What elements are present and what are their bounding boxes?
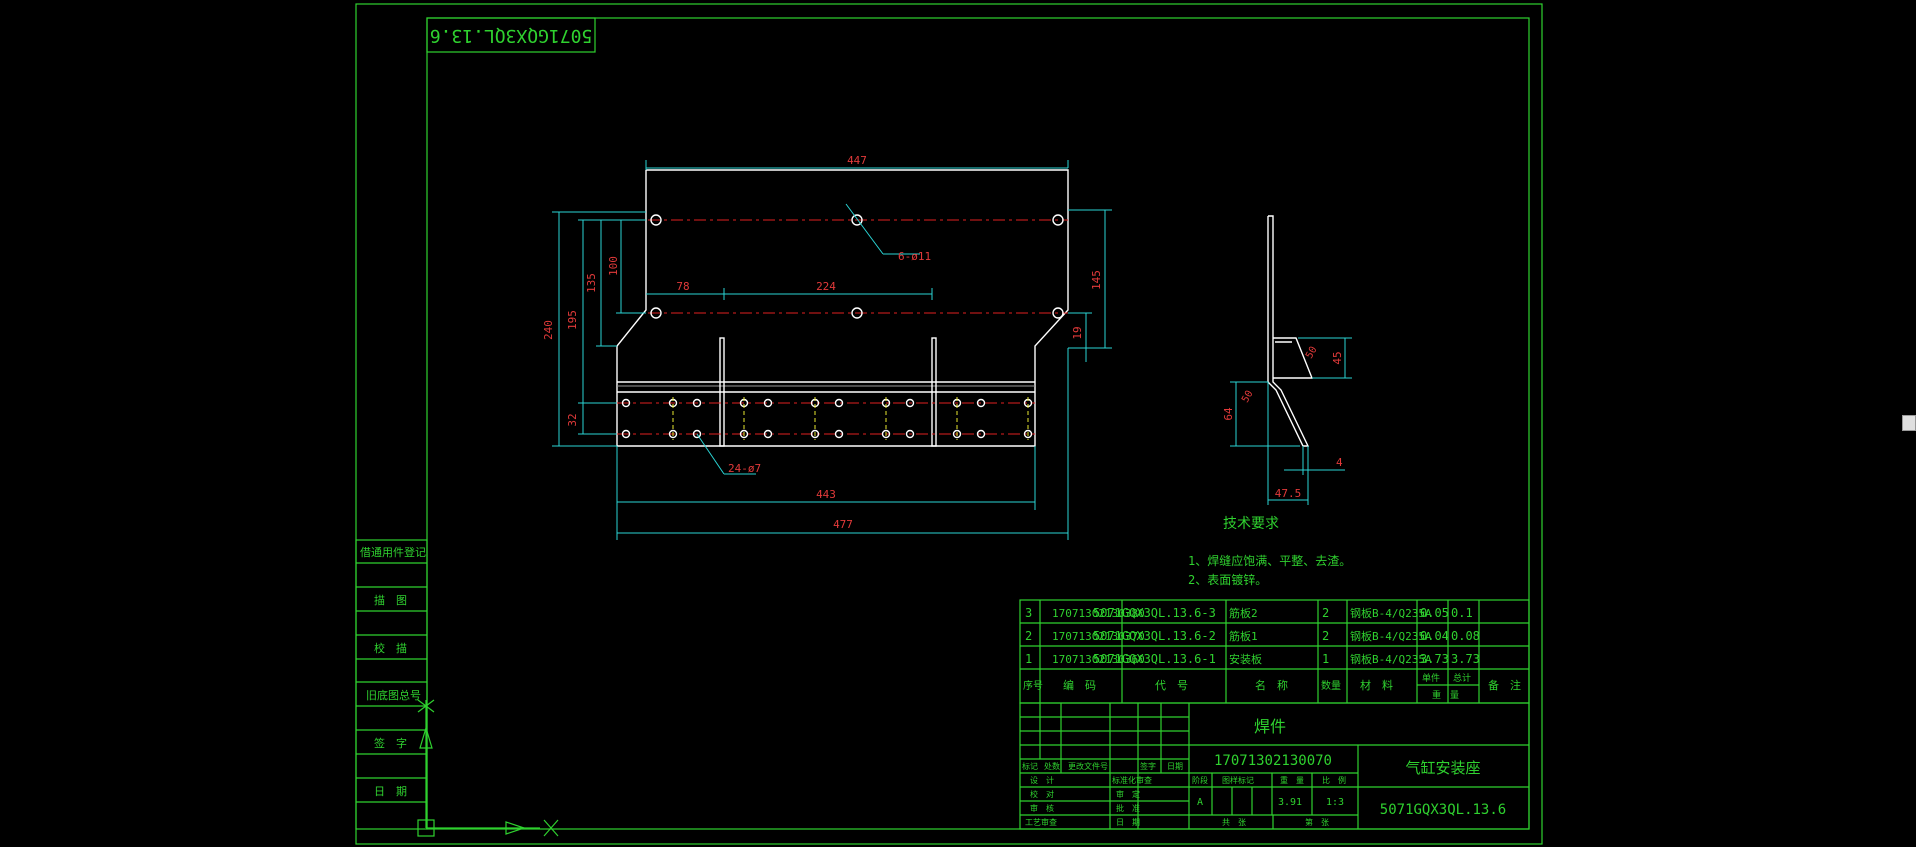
tb-label: 设 计 xyxy=(1030,775,1054,785)
dim-477: 477 xyxy=(833,518,853,531)
bom-cell: 5071GQX3QL.13.6-3 xyxy=(1093,606,1216,620)
front-dimensions: 447 6-ø11 78 224 240 195 135 100 32 145 xyxy=(542,154,1112,540)
dim-443: 443 xyxy=(816,488,836,501)
mounting-holes xyxy=(650,214,1064,319)
side-label: 日 期 xyxy=(374,785,407,798)
tb-label: 更改文件号 xyxy=(1068,761,1108,771)
tb-label: 标记 xyxy=(1022,761,1038,771)
bom-cell: 0.05 xyxy=(1420,606,1449,620)
bom-header: 编 码 xyxy=(1063,678,1096,692)
dim-19: 19 xyxy=(1071,326,1084,339)
inner-border xyxy=(426,17,1530,830)
dim-47-5: 47.5 xyxy=(1275,487,1302,500)
tb-scale: 1:3 xyxy=(1326,797,1344,808)
dim-224: 224 xyxy=(816,280,836,293)
title-block: 标记 处数 更改文件号 签字 日期 设 计 校 对 审 核 工艺审查 标准化审查… xyxy=(1019,702,1530,830)
tb-label: 阶段 xyxy=(1192,775,1208,785)
tech-title: 技术要求 xyxy=(1223,516,1279,532)
title-drawing-number: 5071GQX3QL.13.6 xyxy=(1380,802,1506,818)
bom-cell: 筋板1 xyxy=(1229,629,1258,643)
tb-label: 校 对 xyxy=(1030,789,1054,799)
tech-item: 1、焊缝应饱满、平整、去渣。 xyxy=(1188,553,1351,568)
bom-cell: 3 xyxy=(1025,606,1032,620)
bom-header: 代 号 xyxy=(1155,679,1188,692)
bom-cell: 5071GQX3QL.13.6-2 xyxy=(1093,629,1216,643)
bom-table: 3 17071302130380 5071GQX3QL.13.6-3 筋板2 2… xyxy=(1019,599,1530,704)
bom-cell: 0.1 xyxy=(1451,606,1473,620)
tb-label: 第 张 xyxy=(1305,817,1329,827)
bom-header: 备 注 xyxy=(1488,678,1521,692)
side-label: 描 图 xyxy=(374,593,407,607)
side-label: 校 描 xyxy=(374,641,407,655)
bom-cell: 1 xyxy=(1322,652,1329,666)
bom-cell: 3.73 xyxy=(1451,652,1480,666)
tb-weight: 3.91 xyxy=(1278,797,1302,808)
tb-mark: A xyxy=(1197,797,1203,808)
bom-header: 数量 xyxy=(1321,679,1341,692)
bom-cell: 5071GQX3QL.13.6-1 xyxy=(1093,652,1216,666)
dim-100: 100 xyxy=(607,256,620,276)
dim-447: 447 xyxy=(847,154,867,167)
tech-item: 2、表面镀锌。 xyxy=(1188,573,1267,587)
outer-border xyxy=(355,3,1543,845)
bom-cell: 安装板 xyxy=(1229,652,1262,666)
bom-header: 序号 xyxy=(1023,679,1043,692)
bom-cell: 0.04 xyxy=(1420,629,1449,643)
front-view xyxy=(616,169,1069,447)
dim-78: 78 xyxy=(676,280,689,293)
weldment-type: 焊件 xyxy=(1254,717,1286,736)
side-label-column: 借通用件登记 描 图 校 描 旧底图总号 签 字 日 期 xyxy=(355,539,428,830)
bom-cell: 2 xyxy=(1322,606,1329,620)
dim-240: 240 xyxy=(542,320,555,340)
tech-requirements: 技术要求 1、焊缝应饱满、平整、去渣。 2、表面镀锌。 xyxy=(1188,516,1351,587)
tb-label: 共 张 xyxy=(1222,818,1246,827)
side-view: 45 50 64 50 4 47.5 xyxy=(1222,215,1352,505)
bom-cell: 3.73 xyxy=(1420,652,1449,666)
dim-135: 135 xyxy=(585,273,598,293)
side-label: 借通用件登记 xyxy=(360,545,426,559)
dim-195: 195 xyxy=(566,310,579,330)
drawing-number-upside-down: 5071GQX3QL.13.6 xyxy=(430,25,593,46)
dim-45: 45 xyxy=(1331,351,1344,364)
bom-cell: 1 xyxy=(1025,652,1032,666)
tb-label: 日 期 xyxy=(1116,818,1140,827)
bom-cell: 2 xyxy=(1322,629,1329,643)
part-code: 17071302130070 xyxy=(1214,753,1332,769)
part-name: 气缸安装座 xyxy=(1405,759,1480,777)
tb-label: 工艺审查 xyxy=(1025,817,1057,827)
tb-label: 签字 xyxy=(1140,761,1156,771)
small-holes xyxy=(621,398,1033,439)
tb-label: 日期 xyxy=(1167,762,1183,771)
bom-header: 名 称 xyxy=(1255,678,1288,692)
ucs-axis-icon xyxy=(417,699,559,837)
tb-label: 标准化审查 xyxy=(1112,775,1152,785)
cad-drawing[interactable]: 5071GQX3QL.13.6 借通用件登记 描 图 校 描 旧底图总号 签 字… xyxy=(0,0,1902,847)
dim-64: 64 xyxy=(1222,407,1235,421)
vertical-scrollbar-thumb[interactable] xyxy=(1902,415,1916,431)
bom-header: 重 量 xyxy=(1432,689,1459,701)
side-label: 旧底图总号 xyxy=(366,688,421,702)
tb-label: 比 例 xyxy=(1322,775,1346,785)
angle-bottom: 50 xyxy=(1240,389,1256,405)
bom-header: 材 料 xyxy=(1360,678,1393,692)
tb-label: 审 核 xyxy=(1030,803,1054,813)
tb-label: 重 量 xyxy=(1280,775,1304,785)
hole-note-6-d11: 6-ø11 xyxy=(898,250,931,263)
tb-label: 处数 xyxy=(1044,761,1060,771)
dim-32: 32 xyxy=(566,413,579,426)
dim-145: 145 xyxy=(1090,270,1103,290)
tb-label: 审 定 xyxy=(1116,789,1140,799)
tb-label: 图样标记 xyxy=(1222,775,1254,785)
hole-note-24-d7: 24-ø7 xyxy=(728,462,761,475)
bom-header: 单件 xyxy=(1422,672,1440,684)
dim-4: 4 xyxy=(1336,456,1343,469)
bom-header: 总计 xyxy=(1453,672,1471,684)
tb-label: 批 准 xyxy=(1116,803,1140,813)
side-label: 签 字 xyxy=(374,736,407,750)
angle-top: 50 xyxy=(1304,345,1320,361)
bom-cell: 2 xyxy=(1025,629,1032,643)
bom-cell: 筋板2 xyxy=(1229,606,1258,620)
bom-cell: 0.08 xyxy=(1451,629,1480,643)
